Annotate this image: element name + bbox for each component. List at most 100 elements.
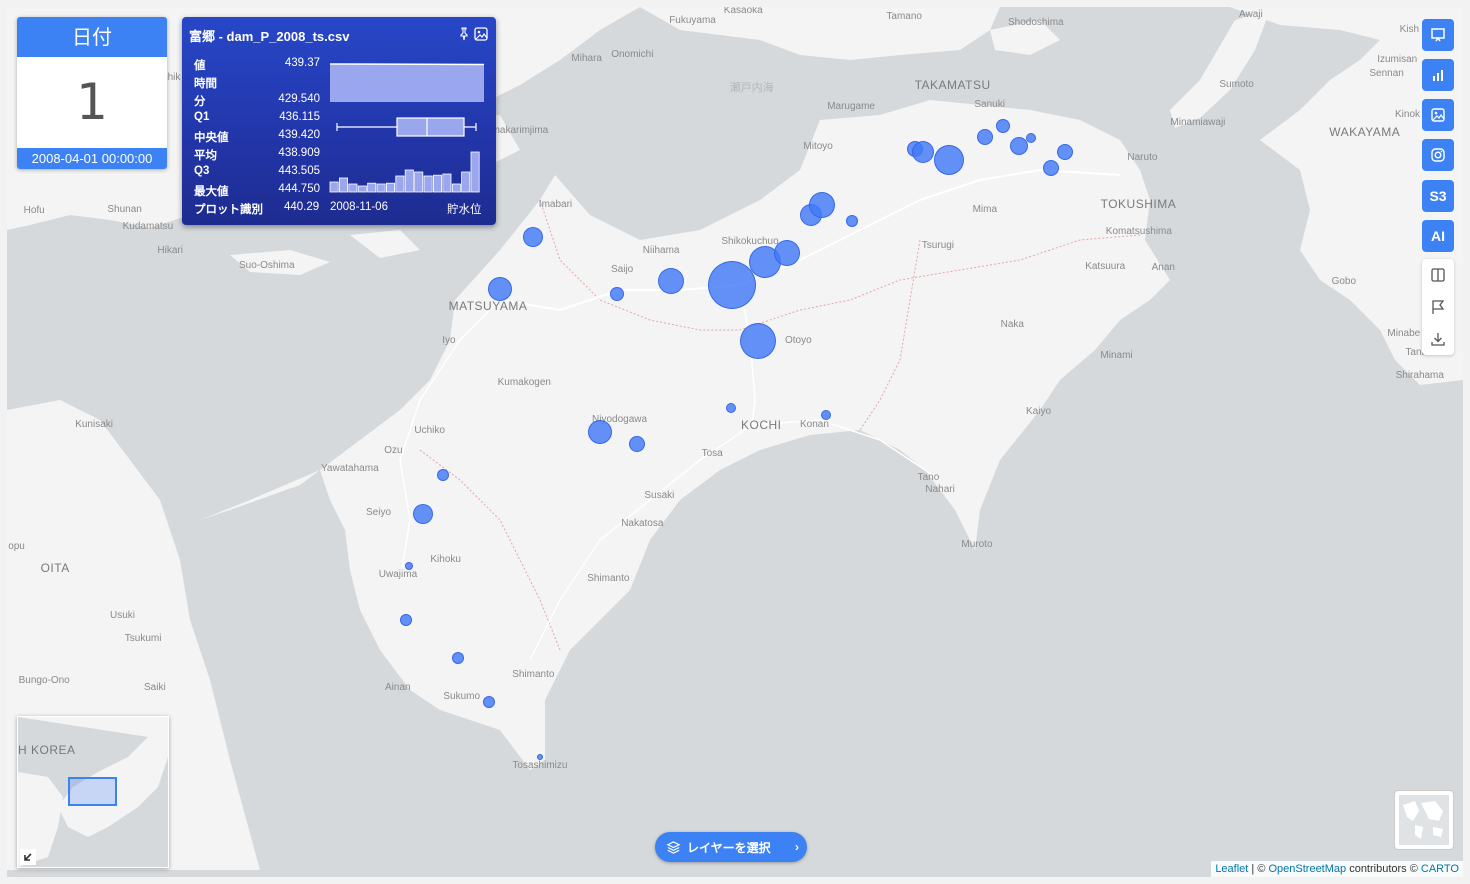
flag-icon[interactable] xyxy=(1430,299,1446,315)
s3-button[interactable]: S3 xyxy=(1422,180,1454,212)
dam-bubble[interactable] xyxy=(934,145,964,175)
stats-value: 444.750 xyxy=(278,183,320,195)
dam-bubble[interactable] xyxy=(846,215,858,227)
place-label: Imabari xyxy=(538,199,573,210)
place-label: Yawatahama xyxy=(321,463,379,474)
dam-bubble[interactable] xyxy=(588,420,612,444)
place-label: Nakatosa xyxy=(621,518,664,529)
dam-bubble[interactable] xyxy=(405,562,413,570)
plot-id-value: 440.29 xyxy=(284,201,320,213)
histogram-bar xyxy=(404,169,414,193)
dam-bubble[interactable] xyxy=(740,323,776,359)
histogram-bar xyxy=(367,182,377,193)
minimap-toggle[interactable] xyxy=(20,849,36,865)
place-label: Gobo xyxy=(1331,276,1357,287)
place-label: 瀬戸内海 xyxy=(729,82,774,94)
place-label: Tosa xyxy=(701,448,723,459)
dam-bubble[interactable] xyxy=(708,261,756,309)
place-label: Awaji xyxy=(1239,9,1263,20)
histogram-bar xyxy=(423,175,433,193)
place-label: TOKUSHIMA xyxy=(1100,197,1177,211)
dam-bubble[interactable] xyxy=(977,129,993,145)
dam-bubble[interactable] xyxy=(1057,144,1073,160)
dam-bubble[interactable] xyxy=(452,652,464,664)
place-label: Shimanto xyxy=(512,669,555,680)
instagram-icon xyxy=(1431,148,1445,162)
ai-button[interactable]: AI xyxy=(1422,220,1454,252)
dam-bubble[interactable] xyxy=(1026,133,1036,143)
chevron-right-icon: › xyxy=(795,840,799,854)
place-label: Hofu xyxy=(23,205,45,216)
place-label: Iyo xyxy=(442,335,456,346)
dam-bubble[interactable] xyxy=(821,410,831,420)
place-label: Mihara xyxy=(571,53,602,64)
basemap-switcher[interactable] xyxy=(1394,790,1454,850)
dam-bubble[interactable] xyxy=(809,192,835,218)
minimap-viewport[interactable] xyxy=(68,777,117,806)
dam-bubble[interactable] xyxy=(629,436,645,452)
place-label: Sanuki xyxy=(974,99,1005,110)
place-label: Kudamatsu xyxy=(122,221,174,232)
dam-bubble[interactable] xyxy=(774,240,800,266)
place-label: TAKAMATSU xyxy=(914,78,991,92)
place-label: Kihoku xyxy=(430,554,461,565)
download-icon[interactable] xyxy=(1430,331,1446,347)
osm-link[interactable]: OpenStreetMap xyxy=(1268,863,1346,875)
image-button[interactable] xyxy=(1422,99,1454,131)
arrow-down-left-icon xyxy=(24,853,32,861)
stats-value: 439.37 xyxy=(284,57,320,69)
dam-bubble[interactable] xyxy=(726,403,736,413)
dam-bubble[interactable] xyxy=(996,119,1010,133)
place-label: Imakarimjima xyxy=(488,125,549,136)
stats-key: 平均 xyxy=(194,150,217,162)
place-label: Mitoyo xyxy=(803,141,833,152)
layer-select-button[interactable]: レイヤーを選択 › xyxy=(655,832,807,862)
dam-bubble[interactable] xyxy=(658,268,684,294)
minimap[interactable]: H KOREA xyxy=(17,716,169,868)
instagram-button[interactable] xyxy=(1422,139,1454,171)
stats-charts xyxy=(329,63,485,193)
pin-icon[interactable] xyxy=(457,27,471,41)
place-label: Shunan xyxy=(107,204,142,215)
variable-name: 貯水位 xyxy=(447,204,482,216)
dam-bubble[interactable] xyxy=(483,696,495,708)
stats-row: 時間 xyxy=(194,75,322,93)
place-label: Komatsushima xyxy=(1105,226,1172,237)
dam-bubble[interactable] xyxy=(413,504,433,524)
place-label: Uwajima xyxy=(378,569,418,580)
stats-value: 429.540 xyxy=(278,93,320,105)
dam-bubble[interactable] xyxy=(437,469,449,481)
place-label: Nahari xyxy=(925,484,955,495)
place-label: Kish xyxy=(1399,24,1420,35)
dam-bubble[interactable] xyxy=(523,227,543,247)
dam-bubble[interactable] xyxy=(610,287,624,301)
image-export-icon[interactable] xyxy=(474,27,488,41)
bar-chart-icon xyxy=(1433,70,1443,81)
place-label: Sukumo xyxy=(443,691,481,702)
histogram-bar xyxy=(461,171,471,193)
carto-link[interactable]: CARTO xyxy=(1421,863,1459,875)
histogram-bar xyxy=(357,185,367,193)
stats-value: 436.115 xyxy=(279,111,320,123)
world-map-icon xyxy=(1399,795,1449,845)
place-label: Katsuura xyxy=(1085,261,1126,272)
dam-bubble[interactable] xyxy=(488,277,512,301)
presentation-button[interactable] xyxy=(1422,19,1454,51)
stats-key: 値 xyxy=(194,60,206,72)
area-chart xyxy=(330,64,484,102)
date-card-label: 日付 xyxy=(17,17,167,57)
place-label: Hikari xyxy=(157,245,183,256)
split-view-icon[interactable] xyxy=(1430,267,1446,283)
dam-bubble[interactable] xyxy=(537,754,543,760)
stats-key: 時間 xyxy=(194,78,217,90)
leaflet-link[interactable]: Leaflet xyxy=(1215,863,1248,875)
place-label: Tsukumi xyxy=(124,633,162,644)
place-label: KOCHI xyxy=(741,418,782,432)
place-label: Tamano xyxy=(886,11,922,22)
dam-bubble[interactable] xyxy=(912,141,934,163)
dam-bubble[interactable] xyxy=(1043,160,1059,176)
dam-bubble[interactable] xyxy=(400,614,412,626)
chart-button[interactable] xyxy=(1422,59,1454,91)
plot-id-label: プロット識別 xyxy=(194,204,263,216)
date-card-number: 1 xyxy=(76,73,108,131)
